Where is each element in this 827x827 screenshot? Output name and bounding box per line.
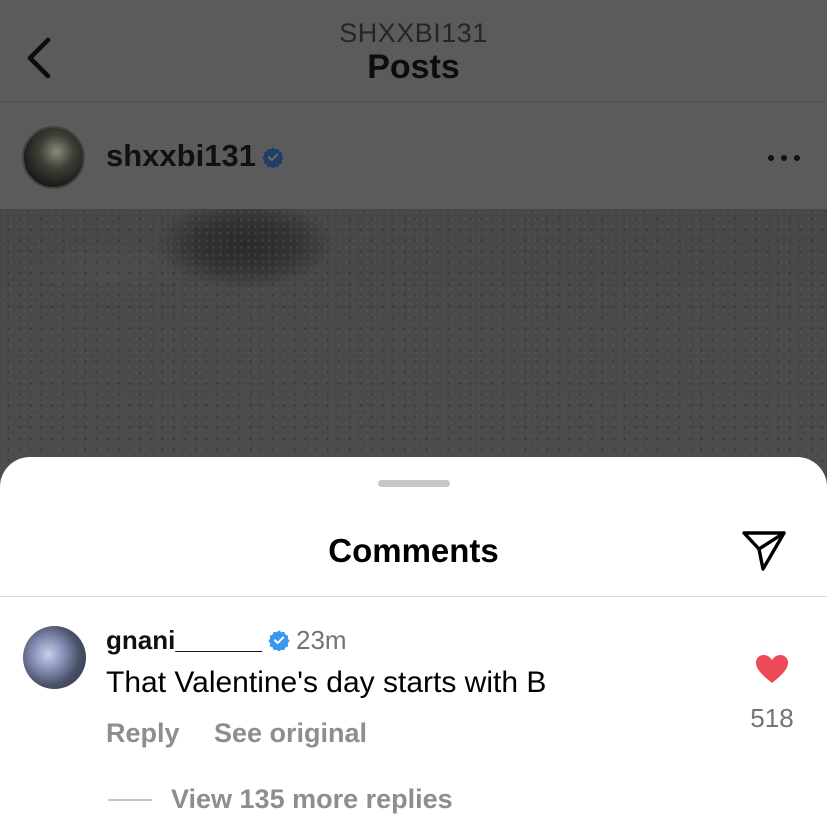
more-horizontal-icon [768,155,800,161]
comment-text: That Valentine's day starts with B [106,666,547,699]
see-original-button[interactable]: See original [214,718,367,749]
avatar[interactable] [22,126,85,189]
paper-plane-icon [742,531,786,571]
sheet-drag-handle[interactable] [378,480,450,487]
comments-sheet: Comments gnani______ 23m That Valentine'… [0,457,827,827]
share-button[interactable] [740,527,788,573]
post-username[interactable]: shxxbi131 [106,138,256,174]
replies-divider-line [108,799,152,801]
like-button[interactable] [754,653,790,685]
heart-filled-icon [756,655,788,683]
comment-avatar[interactable] [23,626,86,689]
more-options-button[interactable] [764,143,804,173]
like-count: 518 [750,703,794,733]
page-title: Posts [367,48,460,86]
nav-header: SHXXBI131 Posts [0,0,827,102]
divider [0,596,827,597]
post-image [0,209,827,479]
comment-username[interactable]: gnani______ [106,625,262,656]
sheet-title: Comments [328,532,499,569]
comment-timestamp: 23m [296,625,347,655]
verified-badge-icon [268,630,290,651]
post-author-row: shxxbi131 [0,103,827,209]
verified-badge-icon [262,147,284,168]
reply-button[interactable]: Reply [106,718,180,749]
nav-subtitle: SHXXBI131 [339,18,488,48]
view-replies-button[interactable]: View 135 more replies [171,784,453,815]
